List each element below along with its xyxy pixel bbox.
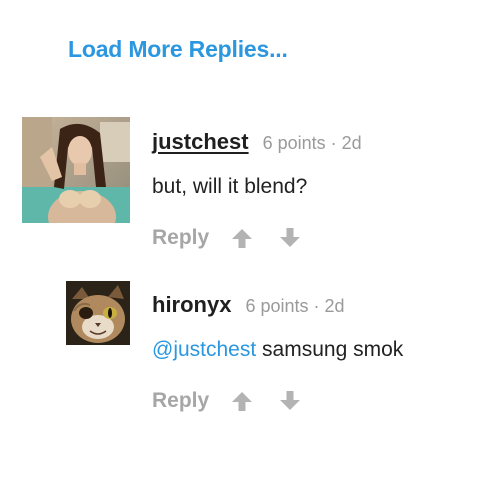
load-more-replies-link[interactable]: Load More Replies... [68,36,288,63]
user-avatar[interactable] [66,281,130,345]
user-avatar[interactable] [22,117,130,223]
comment-text: @justchest samsung smok [152,338,403,362]
comment-age: 2d [324,296,345,316]
comment-text-body: samsung smok [256,338,404,361]
arrow-up-icon [232,229,253,248]
reply-button[interactable]: Reply [152,226,209,250]
comment-text: but, will it blend? [152,175,308,198]
comment-meta: 6 points · 2d [263,133,362,154]
comment-username[interactable]: justchest [152,129,249,155]
arrow-down-icon [280,391,301,410]
downvote-button[interactable] [275,388,305,414]
reply-button[interactable]: Reply [152,389,209,413]
comment-age: 2d [341,133,362,153]
downvote-button[interactable] [275,225,305,251]
comment-points: 6 points [262,133,326,153]
woman-photo-avatar [22,117,130,223]
meta-separator: · [330,133,337,153]
arrow-up-icon [232,392,253,411]
arrow-down-icon [280,228,301,247]
upvote-button[interactable] [227,225,257,251]
user-mention-link[interactable]: @justchest [152,338,256,361]
cat-photo-avatar [66,281,130,345]
upvote-button[interactable] [227,388,257,414]
comment-points: 6 points [245,296,309,316]
comment-meta: 6 points · 2d [245,296,344,317]
comment-username[interactable]: hironyx [152,292,231,318]
meta-separator: · [313,296,320,316]
